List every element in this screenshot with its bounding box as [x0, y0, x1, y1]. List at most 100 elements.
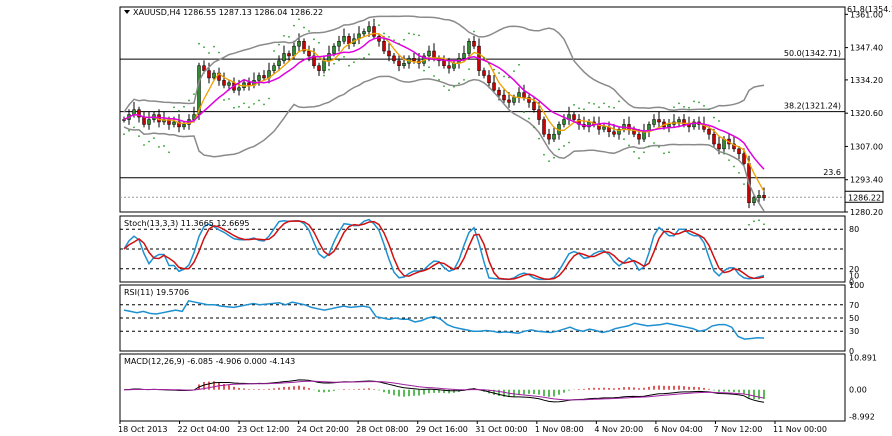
x-tick-label: 11 Nov 00:00 — [773, 425, 827, 434]
sar-dot — [718, 120, 720, 122]
x-tick-label: 29 Oct 16:00 — [416, 425, 468, 434]
sar-dot — [323, 74, 325, 77]
sar-dot — [428, 66, 430, 69]
sar-dot — [558, 148, 560, 151]
macd-tick-label: -8.992 — [849, 413, 875, 422]
candle-body — [317, 65, 321, 71]
sar-dot — [348, 64, 350, 67]
fib-label: 50.0(1342.71) — [784, 49, 841, 58]
sar-dot — [283, 34, 285, 37]
sar-dot — [473, 30, 475, 33]
sar-dot — [693, 100, 695, 103]
sar-dot — [538, 137, 540, 140]
candle-body — [147, 119, 151, 125]
sar-dot — [343, 56, 345, 58]
sar-dot — [588, 101, 590, 104]
sar-dot — [508, 76, 510, 79]
candle-body — [742, 153, 746, 164]
sar-dot — [373, 20, 375, 23]
macd-tick-label: 0.00 — [849, 386, 867, 395]
candle-body — [572, 114, 576, 120]
sar-dot — [163, 145, 165, 147]
sar-dot — [123, 133, 125, 136]
sar-dot — [153, 137, 155, 140]
sar-dot — [568, 141, 570, 144]
candle-body — [652, 119, 656, 125]
sar-dot — [188, 99, 190, 102]
sar-dot — [278, 43, 280, 46]
symbol-header: XAUUSD,H4 1286.55 1287.13 1286.04 1286.2… — [133, 8, 323, 17]
sar-dot — [453, 85, 455, 88]
price-tick-label: 1307.00 — [850, 142, 883, 151]
sar-dot — [248, 106, 250, 109]
candle-body — [402, 63, 406, 66]
candle-body — [322, 60, 326, 71]
sar-dot — [288, 35, 290, 38]
sar-dot — [623, 138, 625, 141]
sar-dot — [363, 56, 365, 59]
candle-body — [637, 133, 641, 140]
candle-body — [667, 124, 671, 128]
sar-dot — [393, 39, 395, 42]
sar-dot — [548, 160, 550, 163]
sar-dot — [523, 111, 525, 114]
sar-dot — [258, 99, 260, 102]
sar-dot — [723, 152, 725, 155]
candle-body — [717, 143, 721, 150]
stoch-level-label: 80 — [849, 225, 859, 234]
sar-dot — [418, 34, 420, 37]
sar-dot — [313, 38, 315, 41]
sar-dot — [308, 30, 310, 32]
sar-dot — [443, 85, 445, 88]
sar-dot — [458, 82, 460, 85]
sar-dot — [378, 24, 380, 27]
sar-dot — [318, 41, 320, 44]
sar-dot — [498, 72, 500, 74]
candle-body — [367, 26, 371, 32]
candle-body — [642, 131, 646, 140]
candle-body — [677, 119, 681, 123]
rsi-level-label: 50 — [849, 314, 859, 323]
x-tick-label: 24 Oct 20:00 — [297, 425, 349, 434]
sar-dot — [633, 150, 635, 153]
fib-label: 23.6 — [823, 168, 841, 177]
sar-dot — [553, 156, 555, 159]
candle-body — [492, 82, 496, 91]
sar-dot — [438, 78, 440, 81]
candle-body — [482, 70, 486, 76]
candle-body — [547, 133, 551, 140]
sar-dot — [528, 117, 530, 120]
sar-dot — [563, 145, 565, 147]
candle-body — [757, 195, 761, 199]
sar-dot — [583, 108, 585, 111]
sar-dot — [673, 106, 675, 109]
sar-dot — [168, 151, 170, 154]
sar-dot — [253, 102, 255, 105]
sar-dot — [148, 140, 150, 143]
candle-body — [142, 116, 146, 125]
sar-dot — [353, 61, 355, 64]
macd-tick-label: 10.891 — [849, 353, 877, 362]
sar-dot — [763, 223, 765, 226]
sar-dot — [218, 51, 220, 54]
candle-body — [562, 119, 566, 125]
candle-body — [362, 31, 366, 35]
sar-dot — [703, 104, 705, 107]
sar-dot — [593, 102, 595, 105]
sar-dot — [728, 159, 730, 162]
price-tick-label: 1347.40 — [850, 44, 883, 53]
candle-body — [497, 89, 501, 96]
sar-dot — [128, 129, 130, 132]
sar-dot — [413, 33, 415, 36]
sar-dot — [573, 103, 575, 106]
sar-dot — [503, 75, 505, 78]
candle-body — [292, 45, 296, 57]
candle-body — [227, 82, 231, 86]
sar-dot — [628, 144, 630, 147]
sar-dot — [238, 105, 240, 108]
rsi-level-label: 30 — [849, 327, 859, 336]
candle-body — [342, 36, 346, 42]
sar-dot — [733, 165, 735, 168]
sar-dot — [403, 38, 405, 41]
candle-body — [262, 75, 266, 79]
